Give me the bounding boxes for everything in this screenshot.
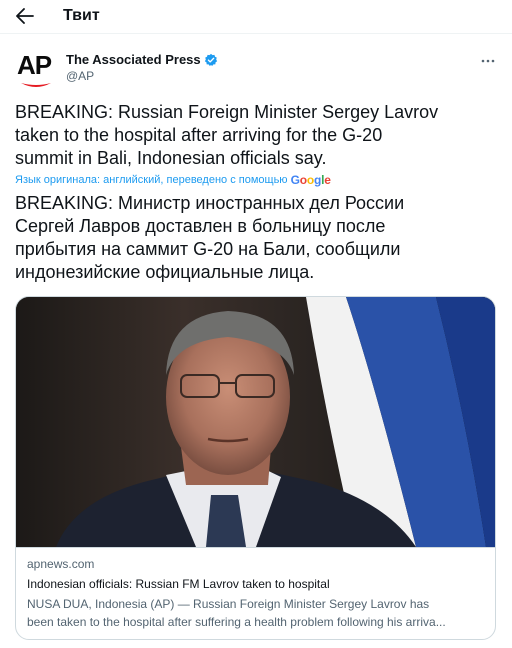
tweet-line: индонезийские официальные лица. bbox=[15, 262, 315, 282]
card-domain: apnews.com bbox=[27, 557, 95, 571]
tweet-text-original: BREAKING: Russian Foreign Minister Serge… bbox=[15, 101, 500, 170]
tweet-line: прибытия на саммит G-20 на Бали, сообщил… bbox=[15, 239, 401, 259]
tweet-line: summit in Bali, Indonesian officials say… bbox=[15, 148, 327, 168]
author-name-text: The Associated Press bbox=[66, 52, 201, 67]
author-handle[interactable]: @AP bbox=[66, 69, 94, 83]
top-bar: Твит bbox=[0, 0, 512, 34]
card-photo bbox=[16, 297, 495, 547]
ap-swoosh-icon bbox=[21, 83, 51, 87]
card-meta: apnews.com Indonesian officials: Russian… bbox=[16, 547, 495, 639]
avatar[interactable]: AP bbox=[16, 51, 56, 91]
author-name[interactable]: The Associated Press bbox=[66, 52, 218, 67]
tweet-text-translated: BREAKING: Министр иностранных дел России… bbox=[15, 192, 500, 284]
google-logo: Google bbox=[291, 173, 331, 187]
avatar-logo-text: AP bbox=[17, 50, 52, 80]
translation-note[interactable]: Язык оригинала: английский, переведено с… bbox=[15, 173, 331, 187]
card-description-line: been taken to the hospital after sufferi… bbox=[27, 615, 446, 629]
card-title: Indonesian officials: Russian FM Lavrov … bbox=[27, 577, 330, 591]
tweet-line: BREAKING: Russian Foreign Minister Serge… bbox=[15, 102, 439, 122]
google-letter: e bbox=[324, 173, 331, 187]
translation-note-text: Язык оригинала: английский, переведено с… bbox=[15, 174, 288, 186]
tweet-line: taken to the hospital after arriving for… bbox=[15, 125, 383, 145]
link-preview-card[interactable]: apnews.com Indonesian officials: Russian… bbox=[15, 296, 496, 640]
tweet-line: BREAKING: Министр иностранных дел России bbox=[15, 193, 405, 213]
page-title: Твит bbox=[63, 7, 100, 24]
arrow-left-icon bbox=[16, 8, 34, 24]
verified-badge-icon bbox=[204, 53, 217, 66]
google-letter: G bbox=[290, 173, 300, 187]
card-description: NUSA DUA, Indonesia (AP) — Russian Forei… bbox=[27, 595, 484, 631]
back-button[interactable] bbox=[12, 4, 38, 28]
more-button[interactable] bbox=[478, 48, 498, 68]
card-image[interactable] bbox=[16, 297, 495, 547]
google-letter: o bbox=[299, 173, 307, 187]
more-dots-icon bbox=[481, 59, 495, 63]
tweet-line: Сергей Лавров доставлен в больницу после bbox=[15, 216, 386, 236]
card-description-line: NUSA DUA, Indonesia (AP) — Russian Forei… bbox=[27, 597, 430, 611]
google-letter: o bbox=[306, 173, 314, 187]
